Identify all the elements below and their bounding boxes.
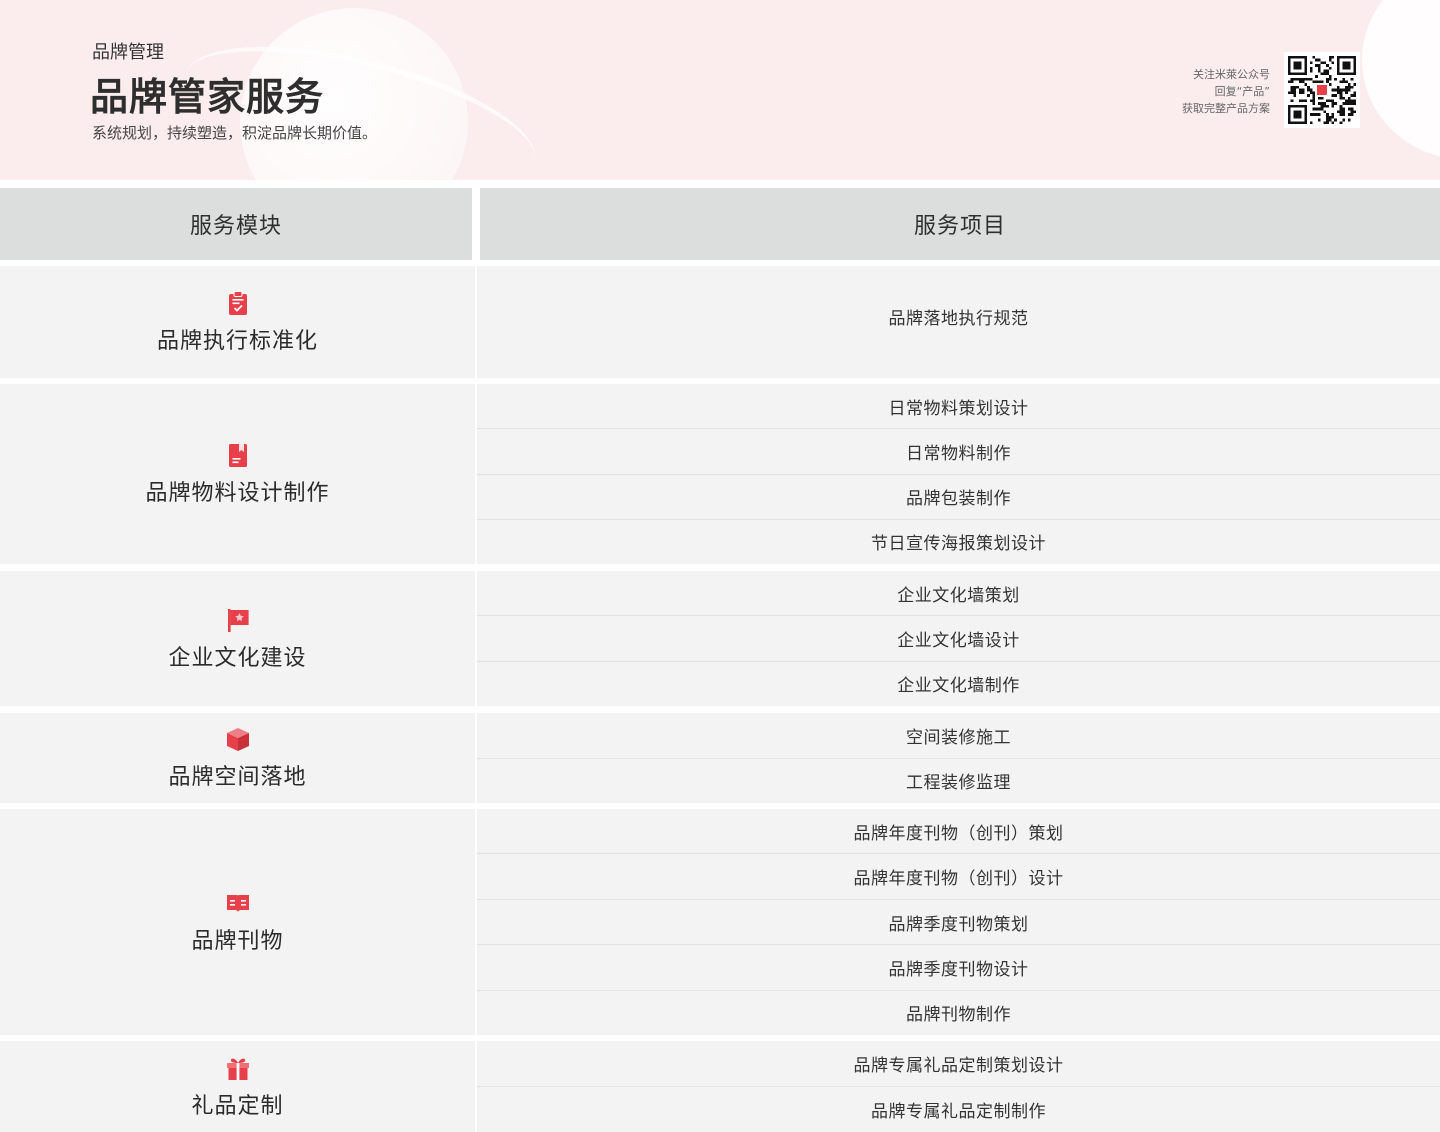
service-group: 品牌物料设计制作 日常物料策划设计 日常物料制作 品牌包装制作 节日宣传海报策划设计 [0,384,1440,564]
service-module-cell: 企业文化建设 [0,571,475,706]
service-module-label: 品牌物料设计制作 [145,481,330,506]
table-header: 服务模块 服务项目 [0,188,1440,260]
service-item: 品牌包装制作 [477,474,1440,520]
service-module-label: 品牌执行标准化 [156,329,318,354]
service-group: 品牌刊物 品牌年度刊物（创刊）策划 品牌年度刊物（创刊）设计 品牌季度刊物策划 品牌季度… [0,809,1440,1036]
service-item: 品牌刊物制作 [477,990,1440,1036]
qr-code-image[interactable] [1284,52,1360,128]
service-item: 空间装修施工 [477,713,1440,759]
service-group: 品牌执行标准化 品牌落地执行规范 [0,266,1440,378]
service-item: 品牌专属礼品定制制作 [477,1087,1440,1132]
page-subtitle: 系统规划，持续塑造，积淀品牌长期价值。 [92,124,378,142]
service-module-cell: 品牌物料设计制作 [0,384,475,564]
service-module-label: 企业文化建设 [168,645,307,671]
service-items-list: 品牌落地执行规范 [477,266,1440,378]
qr-caption-line: 关注米萊公众号 [1193,68,1270,81]
service-group: 礼品定制 品牌专属礼品定制策划设计 品牌专属礼品定制制作 [0,1041,1440,1132]
open-book-icon [226,895,249,912]
service-module-label: 品牌空间落地 [168,765,307,790]
qr-caption-line: 获取完整产品方案 [1182,102,1270,115]
service-module-cell: 品牌空间落地 [0,713,475,803]
cube-icon [226,728,249,751]
gift-icon [226,1058,249,1080]
decorative-circle [1362,0,1440,160]
service-item: 节日宣传海报策划设计 [477,519,1440,564]
column-header-service: 服务项目 [480,188,1440,260]
breadcrumb[interactable]: 品牌管理 [92,38,164,64]
service-item: 品牌年度刊物（创刊）策划 [477,809,1440,855]
service-item: 企业文化墙制作 [477,661,1440,706]
column-header-module: 服务模块 [0,188,472,260]
service-items-list: 企业文化墙策划 企业文化墙设计 企业文化墙制作 [477,571,1440,706]
flag-icon [227,608,249,632]
service-item: 品牌落地执行规范 [477,266,1440,378]
page-header: 品牌管理 品牌管家服务 系统规划，持续塑造，积淀品牌长期价值。 关注米萊公众号 … [0,0,1440,180]
service-item: 品牌季度刊物策划 [477,899,1440,946]
service-module-cell: 礼品定制 [0,1041,475,1132]
service-group: 品牌空间落地 空间装修施工 工程装修监理 [0,713,1440,803]
qr-caption-line: 回复“产品” [1214,85,1270,98]
service-group: 企业文化建设 企业文化墙策划 企业文化墙设计 企业文化墙制作 [0,571,1440,706]
service-item: 工程装修监理 [477,758,1440,803]
service-item: 品牌专属礼品定制策划设计 [477,1041,1440,1087]
service-item: 日常物料制作 [477,429,1440,475]
service-module-label: 礼品定制 [191,1093,284,1119]
service-items-list: 空间装修施工 工程装修监理 [477,713,1440,803]
service-item: 品牌年度刊物（创刊）设计 [477,854,1440,900]
service-item: 企业文化墙策划 [477,571,1440,617]
service-module-label: 品牌刊物 [191,929,284,954]
service-item: 企业文化墙设计 [477,616,1440,662]
service-item: 日常物料策划设计 [477,384,1440,430]
service-module-cell: 品牌执行标准化 [0,266,475,378]
clipboard-check-icon [228,291,247,315]
service-module-cell: 品牌刊物 [0,809,475,1035]
bookmark-book-icon [228,444,247,467]
qr-caption: 关注米萊公众号 回复“产品” 获取完整产品方案 [1182,66,1270,117]
service-items-list: 品牌专属礼品定制策划设计 品牌专属礼品定制制作 [477,1041,1440,1132]
service-items-list: 品牌年度刊物（创刊）策划 品牌年度刊物（创刊）设计 品牌季度刊物策划 品牌季度刊物设计… [477,809,1440,1036]
service-item: 品牌季度刊物设计 [477,945,1440,991]
service-items-list: 日常物料策划设计 日常物料制作 品牌包装制作 节日宣传海报策划设计 [477,384,1440,564]
page-title: 品牌管家服务 [90,75,325,119]
